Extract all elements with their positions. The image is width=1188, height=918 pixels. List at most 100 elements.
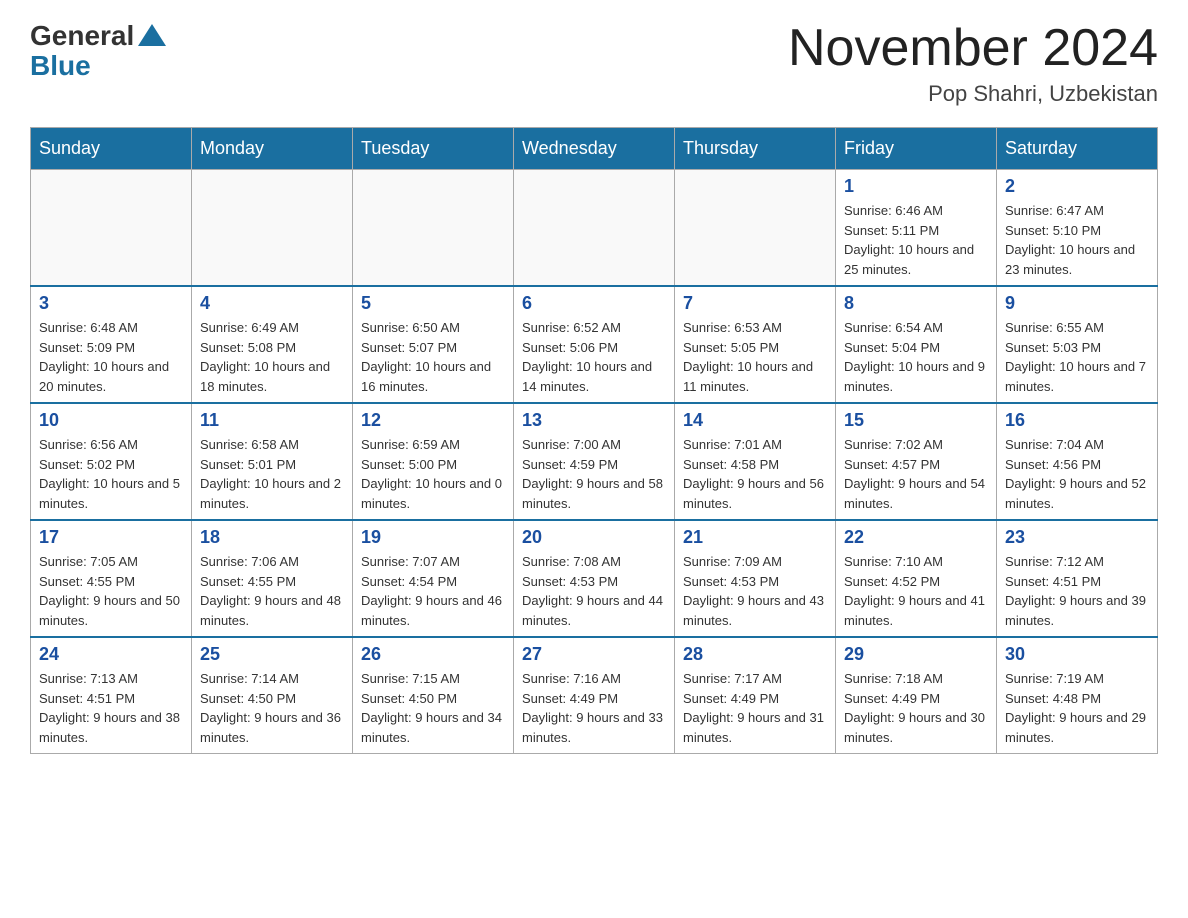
calendar-cell: 3 Sunrise: 6:48 AMSunset: 5:09 PMDaylight… [31,286,192,403]
logo: General Blue [30,20,166,82]
column-header-thursday: Thursday [675,128,836,170]
day-info: Sunrise: 6:49 AMSunset: 5:08 PMDaylight:… [200,318,344,396]
calendar-cell: 16 Sunrise: 7:04 AMSunset: 4:56 PMDayligh… [997,403,1158,520]
calendar-cell: 8Sunrise: 6:54 AMSunset: 5:04 PMDaylight… [836,286,997,403]
day-info: Sunrise: 7:15 AMSunset: 4:50 PMDaylight:… [361,669,505,747]
day-number: 11 [200,410,344,431]
column-header-tuesday: Tuesday [353,128,514,170]
day-info: Sunrise: 6:59 AMSunset: 5:00 PMDaylight:… [361,435,505,513]
column-header-monday: Monday [192,128,353,170]
day-number: 21 [683,527,827,548]
day-number: 30 [1005,644,1149,665]
day-number: 4 [200,293,344,314]
day-number: 24 [39,644,183,665]
calendar-cell: 9 Sunrise: 6:55 AMSunset: 5:03 PMDaylight… [997,286,1158,403]
day-number: 16 [1005,410,1149,431]
day-number: 6 [522,293,666,314]
page-header: General Blue November 2024 Pop Shahri, U… [30,20,1158,107]
day-info: Sunrise: 6:53 AMSunset: 5:05 PMDaylight:… [683,318,827,396]
logo-triangle-icon [138,24,166,46]
calendar-week-row: 1Sunrise: 6:46 AMSunset: 5:11 PMDaylight… [31,170,1158,287]
column-header-saturday: Saturday [997,128,1158,170]
day-info: Sunrise: 7:08 AMSunset: 4:53 PMDaylight:… [522,552,666,630]
day-info: Sunrise: 7:01 AMSunset: 4:58 PMDaylight:… [683,435,827,513]
calendar-cell: 7 Sunrise: 6:53 AMSunset: 5:05 PMDaylight… [675,286,836,403]
calendar-cell: 26 Sunrise: 7:15 AMSunset: 4:50 PMDayligh… [353,637,514,754]
day-number: 2 [1005,176,1149,197]
calendar-cell: 18 Sunrise: 7:06 AMSunset: 4:55 PMDayligh… [192,520,353,637]
day-info: Sunrise: 6:48 AMSunset: 5:09 PMDaylight:… [39,318,183,396]
calendar-cell: 5 Sunrise: 6:50 AMSunset: 5:07 PMDaylight… [353,286,514,403]
day-info: Sunrise: 7:09 AMSunset: 4:53 PMDaylight:… [683,552,827,630]
day-number: 18 [200,527,344,548]
day-info: Sunrise: 6:56 AMSunset: 5:02 PMDaylight:… [39,435,183,513]
day-info: Sunrise: 6:50 AMSunset: 5:07 PMDaylight:… [361,318,505,396]
day-info: Sunrise: 7:14 AMSunset: 4:50 PMDaylight:… [200,669,344,747]
calendar-cell: 19 Sunrise: 7:07 AMSunset: 4:54 PMDayligh… [353,520,514,637]
day-info: Sunrise: 7:07 AMSunset: 4:54 PMDaylight:… [361,552,505,630]
day-number: 17 [39,527,183,548]
calendar-week-row: 3 Sunrise: 6:48 AMSunset: 5:09 PMDaylight… [31,286,1158,403]
day-info: Sunrise: 6:47 AMSunset: 5:10 PMDaylight:… [1005,201,1149,279]
day-info: Sunrise: 7:05 AMSunset: 4:55 PMDaylight:… [39,552,183,630]
calendar-week-row: 24 Sunrise: 7:13 AMSunset: 4:51 PMDayligh… [31,637,1158,754]
logo-blue-text: Blue [30,50,91,82]
day-number: 7 [683,293,827,314]
calendar-cell: 25 Sunrise: 7:14 AMSunset: 4:50 PMDayligh… [192,637,353,754]
column-header-sunday: Sunday [31,128,192,170]
day-info: Sunrise: 7:12 AMSunset: 4:51 PMDaylight:… [1005,552,1149,630]
day-info: Sunrise: 7:00 AMSunset: 4:59 PMDaylight:… [522,435,666,513]
day-info: Sunrise: 7:16 AMSunset: 4:49 PMDaylight:… [522,669,666,747]
calendar-week-row: 10 Sunrise: 6:56 AMSunset: 5:02 PMDayligh… [31,403,1158,520]
calendar-cell [675,170,836,287]
day-number: 19 [361,527,505,548]
day-info: Sunrise: 6:46 AMSunset: 5:11 PMDaylight:… [844,201,988,279]
calendar-cell: 23 Sunrise: 7:12 AMSunset: 4:51 PMDayligh… [997,520,1158,637]
calendar-cell: 20Sunrise: 7:08 AMSunset: 4:53 PMDayligh… [514,520,675,637]
day-number: 13 [522,410,666,431]
calendar-cell: 21 Sunrise: 7:09 AMSunset: 4:53 PMDayligh… [675,520,836,637]
calendar-cell: 14 Sunrise: 7:01 AMSunset: 4:58 PMDayligh… [675,403,836,520]
day-number: 28 [683,644,827,665]
day-info: Sunrise: 6:54 AMSunset: 5:04 PMDaylight:… [844,318,988,396]
month-title: November 2024 [788,20,1158,77]
day-info: Sunrise: 7:13 AMSunset: 4:51 PMDaylight:… [39,669,183,747]
day-number: 14 [683,410,827,431]
calendar-cell [192,170,353,287]
day-number: 23 [1005,527,1149,548]
day-number: 27 [522,644,666,665]
calendar-cell: 24 Sunrise: 7:13 AMSunset: 4:51 PMDayligh… [31,637,192,754]
day-number: 10 [39,410,183,431]
day-info: Sunrise: 6:55 AMSunset: 5:03 PMDaylight:… [1005,318,1149,396]
title-block: November 2024 Pop Shahri, Uzbekistan [788,20,1158,107]
day-number: 15 [844,410,988,431]
calendar-cell: 17 Sunrise: 7:05 AMSunset: 4:55 PMDayligh… [31,520,192,637]
calendar-week-row: 17 Sunrise: 7:05 AMSunset: 4:55 PMDayligh… [31,520,1158,637]
calendar-cell: 1Sunrise: 6:46 AMSunset: 5:11 PMDaylight… [836,170,997,287]
location: Pop Shahri, Uzbekistan [788,81,1158,107]
day-info: Sunrise: 6:58 AMSunset: 5:01 PMDaylight:… [200,435,344,513]
calendar-cell [31,170,192,287]
day-info: Sunrise: 7:18 AMSunset: 4:49 PMDaylight:… [844,669,988,747]
calendar-cell: 30Sunrise: 7:19 AMSunset: 4:48 PMDayligh… [997,637,1158,754]
day-info: Sunrise: 7:17 AMSunset: 4:49 PMDaylight:… [683,669,827,747]
day-number: 5 [361,293,505,314]
day-info: Sunrise: 6:52 AMSunset: 5:06 PMDaylight:… [522,318,666,396]
day-info: Sunrise: 7:02 AMSunset: 4:57 PMDaylight:… [844,435,988,513]
calendar-cell: 29 Sunrise: 7:18 AMSunset: 4:49 PMDayligh… [836,637,997,754]
calendar-cell: 12 Sunrise: 6:59 AMSunset: 5:00 PMDayligh… [353,403,514,520]
day-info: Sunrise: 7:06 AMSunset: 4:55 PMDaylight:… [200,552,344,630]
day-number: 9 [1005,293,1149,314]
day-number: 29 [844,644,988,665]
day-number: 3 [39,293,183,314]
day-number: 26 [361,644,505,665]
calendar-cell: 13 Sunrise: 7:00 AMSunset: 4:59 PMDayligh… [514,403,675,520]
day-number: 22 [844,527,988,548]
calendar-cell: 22Sunrise: 7:10 AMSunset: 4:52 PMDayligh… [836,520,997,637]
logo-general-text: General [30,20,134,52]
day-number: 12 [361,410,505,431]
day-info: Sunrise: 7:04 AMSunset: 4:56 PMDaylight:… [1005,435,1149,513]
calendar-cell [514,170,675,287]
calendar-cell: 11 Sunrise: 6:58 AMSunset: 5:01 PMDayligh… [192,403,353,520]
day-number: 25 [200,644,344,665]
